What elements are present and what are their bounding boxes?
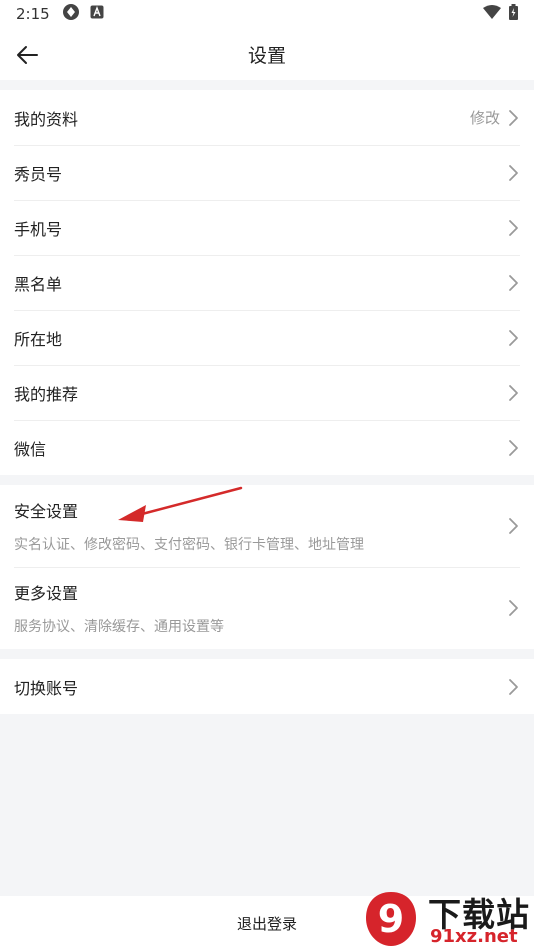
app-header: 设置 bbox=[0, 28, 534, 80]
row-more-settings[interactable]: 更多设置 服务协议、清除缓存、通用设置等 bbox=[0, 567, 534, 649]
row-security-settings[interactable]: 安全设置 实名认证、修改密码、支付密码、银行卡管理、地址管理 bbox=[0, 485, 534, 567]
row-subtitle: 实名认证、修改密码、支付密码、银行卡管理、地址管理 bbox=[14, 537, 364, 553]
row-switch-account[interactable]: 切换账号 bbox=[0, 659, 534, 714]
row-blacklist[interactable]: 黑名单 bbox=[0, 255, 534, 310]
row-my-referrals[interactable]: 我的推荐 bbox=[0, 365, 534, 420]
chevron-right-icon bbox=[509, 109, 518, 126]
battery-icon bbox=[509, 4, 518, 24]
row-label: 我的资料 bbox=[14, 109, 79, 129]
row-label: 秀员号 bbox=[14, 164, 63, 184]
chevron-right-icon bbox=[509, 600, 518, 616]
logout-label: 退出登录 bbox=[236, 914, 297, 933]
row-show-id[interactable]: 秀员号 bbox=[0, 145, 534, 200]
status-time: 2:15 bbox=[16, 5, 50, 23]
account-group: 切换账号 bbox=[0, 659, 534, 714]
row-label: 我的推荐 bbox=[14, 384, 79, 404]
row-label: 切换账号 bbox=[14, 678, 79, 698]
row-my-profile[interactable]: 我的资料 修改 bbox=[0, 90, 534, 145]
logout-button[interactable]: 退出登录 bbox=[0, 896, 534, 950]
chevron-right-icon bbox=[509, 219, 518, 236]
chevron-right-icon bbox=[509, 329, 518, 346]
wifi-icon bbox=[483, 5, 501, 23]
chevron-right-icon bbox=[509, 518, 518, 534]
status-bar: 2:15 bbox=[0, 0, 534, 28]
chevron-right-icon bbox=[509, 164, 518, 181]
row-label: 手机号 bbox=[14, 219, 63, 239]
row-label: 更多设置 bbox=[14, 584, 79, 603]
profile-group: 我的资料 修改 秀员号 手机号 黑名单 所在地 我的推荐 微信 bbox=[0, 90, 534, 475]
row-phone[interactable]: 手机号 bbox=[0, 200, 534, 255]
page-title: 设置 bbox=[247, 45, 286, 67]
row-label: 安全设置 bbox=[14, 502, 79, 521]
chevron-right-icon bbox=[509, 384, 518, 401]
row-wechat[interactable]: 微信 bbox=[0, 420, 534, 475]
row-subtitle: 服务协议、清除缓存、通用设置等 bbox=[14, 619, 224, 635]
settings-group: 安全设置 实名认证、修改密码、支付密码、银行卡管理、地址管理 更多设置 服务协议… bbox=[0, 485, 534, 649]
a-notification-icon bbox=[90, 5, 104, 23]
row-label: 黑名单 bbox=[14, 274, 63, 294]
row-value: 修改 bbox=[469, 109, 500, 127]
chevron-right-icon bbox=[509, 439, 518, 456]
row-location[interactable]: 所在地 bbox=[0, 310, 534, 365]
row-label: 所在地 bbox=[14, 329, 63, 349]
chevron-right-icon bbox=[509, 274, 518, 291]
row-label: 微信 bbox=[14, 439, 47, 459]
app-notification-icon bbox=[62, 3, 80, 25]
status-right bbox=[483, 4, 518, 24]
chevron-right-icon bbox=[509, 678, 518, 695]
